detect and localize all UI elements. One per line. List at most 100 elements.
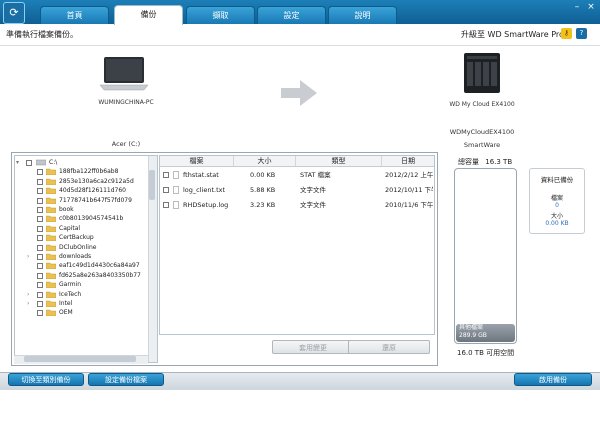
tree-scroll-thumb[interactable] (149, 170, 155, 200)
tree-item-label: downloads (59, 253, 92, 260)
checkbox[interactable] (37, 197, 43, 204)
folder-icon (46, 263, 56, 270)
folder-icon (46, 281, 56, 289)
switch-to-category-backup-button[interactable]: 切換至類別備份 (8, 373, 84, 386)
checkbox[interactable] (37, 235, 43, 242)
summary-size-label: 大小 (550, 213, 563, 220)
tree-item[interactable]: 188fba122ff0b6ab8 (15, 167, 155, 176)
tree-item[interactable]: c0b8013904574541b (15, 214, 155, 223)
backup-settings-button[interactable]: 設定備份檔案 (88, 373, 164, 386)
checkbox[interactable] (37, 216, 43, 223)
column-header-type[interactable]: 類型 (296, 156, 382, 167)
close-icon[interactable]: × (586, 2, 596, 12)
file-date: 2012/2/12 上午 (385, 171, 433, 179)
source-drive-label: Acer (C:) (111, 140, 141, 148)
summary-title: 資料已備份 (540, 176, 574, 184)
tree-item[interactable]: › IceTech (15, 290, 155, 299)
expand-icon[interactable]: › (27, 290, 33, 299)
tree-item[interactable]: 40d5d28f126111d760 (15, 186, 155, 195)
tree-item[interactable]: eaf1c49d1d4430c6a84a97 (15, 261, 155, 270)
wd-logo-icon: ⟳ (3, 2, 25, 24)
capacity-title: 總容量 16.3 TB (458, 158, 513, 166)
tree-item[interactable]: OEM (15, 308, 155, 317)
tree-item[interactable]: CertBackup (15, 233, 155, 242)
folder-icon (46, 244, 56, 251)
tree-item-label: Garmin (59, 281, 82, 289)
checkbox[interactable] (37, 301, 43, 307)
summary-files-value: 0 (555, 202, 559, 209)
checkbox[interactable] (37, 282, 43, 289)
tree-item[interactable]: book (15, 205, 155, 214)
file-name: RHDSetup.log (183, 201, 229, 209)
column-header-file[interactable]: 檔案 (160, 156, 234, 167)
file-name: log_client.txt (183, 186, 226, 194)
tree-item[interactable]: Capital (15, 224, 155, 233)
minimize-icon[interactable]: – (572, 2, 582, 12)
tab-retrieve[interactable]: 擷取 (186, 6, 255, 24)
laptop-icon (99, 57, 149, 91)
folder-icon (46, 300, 56, 307)
tree-item-label: OEM (59, 309, 73, 317)
file-icon (173, 201, 179, 209)
tree-item[interactable]: › downloads (15, 252, 155, 261)
file-size: 3.23 KB (250, 201, 276, 209)
tree-item[interactable]: › Intel (15, 299, 155, 308)
checkbox[interactable] (37, 263, 43, 270)
tree-item[interactable]: 2853e130a6ca2c912a5d (15, 177, 155, 186)
column-header-date[interactable]: 日期 (382, 156, 434, 167)
help-icon[interactable]: ? (576, 28, 587, 39)
start-backup-button[interactable]: 啟用備份 (514, 373, 592, 386)
capacity-other-fill: 其他檔案 289.9 GB (456, 324, 515, 342)
tree-item[interactable]: Garmin (15, 280, 155, 289)
checkbox[interactable] (37, 225, 43, 232)
checkbox[interactable] (37, 188, 43, 195)
tree-item[interactable]: fd625a8e263a8403350b77 (15, 271, 155, 280)
checkbox[interactable] (37, 254, 43, 260)
folder-icon (46, 187, 56, 195)
backup-summary: 資料已備份 檔案 0 大小 0.00 KB (529, 168, 585, 234)
folder-icon (46, 291, 56, 298)
tree-row-root[interactable]: ▾ C:\ (15, 158, 155, 167)
tab-help[interactable]: 說明 (328, 6, 397, 24)
checkbox[interactable] (163, 187, 169, 193)
expand-icon[interactable]: › (27, 252, 33, 261)
checkbox[interactable] (37, 207, 43, 213)
checkbox[interactable] (37, 310, 43, 317)
checkbox[interactable] (37, 169, 43, 176)
folder-icon (46, 253, 56, 260)
checkbox[interactable] (163, 172, 169, 178)
tab-settings[interactable]: 設定 (257, 6, 326, 24)
tree-item[interactable]: DClubOnline (15, 243, 155, 252)
key-icon[interactable]: ⚷ (561, 28, 572, 39)
status-text: 準備執行檔案備份。 (6, 30, 78, 39)
checkbox[interactable] (37, 291, 43, 298)
folder-icon (46, 225, 56, 232)
file-type: 文字文件 (300, 186, 326, 194)
checkbox[interactable] (37, 244, 43, 251)
upgrade-link[interactable]: 升級至 WD SmartWare Pro (461, 29, 564, 40)
file-list (159, 155, 435, 335)
tab-backup[interactable]: 備份 (114, 5, 183, 25)
file-date: 2012/10/11 下午 (385, 186, 433, 194)
apply-changes-button[interactable]: 套用變更 (272, 340, 354, 354)
checkbox[interactable] (37, 178, 43, 185)
tree-item-label: 2853e130a6ca2c912a5d (59, 177, 134, 185)
checkbox[interactable] (163, 202, 169, 208)
tab-home[interactable]: 首頁 (40, 6, 109, 24)
checkbox[interactable] (37, 272, 43, 279)
device-name: WD My Cloud EX4100 (449, 101, 515, 108)
tree-hscroll-thumb[interactable] (24, 356, 136, 362)
summary-size-value: 0.00 KB (545, 220, 569, 227)
expand-icon[interactable]: › (27, 299, 33, 308)
computer-name: WUMINGCHINA-PC (98, 99, 154, 106)
column-header-size[interactable]: 大小 (234, 156, 296, 167)
folder-icon (46, 197, 56, 204)
arrow-right-icon (281, 80, 317, 106)
checkbox[interactable] (26, 160, 32, 166)
file-icon (173, 171, 179, 179)
footer-area (0, 389, 600, 425)
tree-item[interactable]: 71778741b647f57fd079 (15, 196, 155, 205)
revert-button[interactable]: 還原 (348, 340, 430, 354)
drive-icon (36, 159, 46, 166)
folder-icon (46, 178, 56, 185)
